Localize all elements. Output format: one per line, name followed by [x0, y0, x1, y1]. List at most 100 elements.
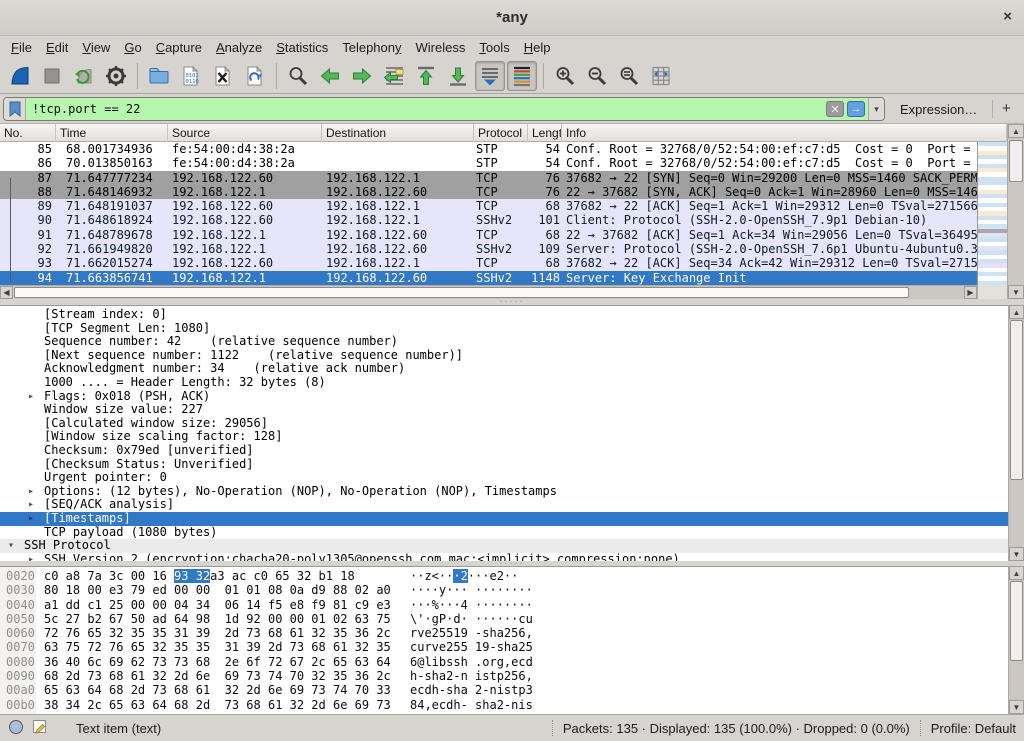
- hex-row[interactable]: 007063 75 72 76 65 32 35 35 31 39 2d 73 …: [0, 640, 1008, 654]
- detail-line[interactable]: Acknowledgment number: 34 (relative ack …: [0, 362, 1008, 376]
- menu-edit[interactable]: Edit: [39, 38, 75, 57]
- hex-bytes[interactable]: 72 76 65 32 35 35 31 39 2d 73 68 61 32 3…: [44, 626, 391, 640]
- packet-row-91[interactable]: 9171.648789678192.168.122.1192.168.122.6…: [0, 228, 977, 242]
- detail-line[interactable]: Urgent pointer: 0: [0, 471, 1008, 485]
- scrollbar-thumb[interactable]: [1010, 581, 1023, 661]
- scrollbar-thumb[interactable]: [1010, 320, 1023, 480]
- resize-columns-button[interactable]: [646, 61, 676, 91]
- scroll-up-icon[interactable]: ▲: [1008, 124, 1024, 138]
- go-back-button[interactable]: [315, 61, 345, 91]
- go-last-button[interactable]: [443, 61, 473, 91]
- save-file-button[interactable]: 01010110: [176, 61, 206, 91]
- hex-bytes[interactable]: 36 40 6c 69 62 73 73 68 2e 6f 72 67 2c 6…: [44, 655, 391, 669]
- capture-options-gear-button[interactable]: [101, 61, 131, 91]
- menu-go[interactable]: Go: [117, 38, 148, 57]
- detail-line[interactable]: 1000 .... = Header Length: 32 bytes (8): [0, 376, 1008, 390]
- hex-row[interactable]: 003080 18 00 e3 79 ed 00 00 01 01 08 0a …: [0, 583, 1008, 597]
- filter-bookmark-icon[interactable]: [4, 98, 26, 120]
- stop-capture-button[interactable]: [37, 61, 67, 91]
- hex-row[interactable]: 008036 40 6c 69 62 73 73 68 2e 6f 72 67 …: [0, 655, 1008, 669]
- menu-help[interactable]: Help: [517, 38, 558, 57]
- hex-row[interactable]: 0020c0 a8 7a 3c 00 16 93 32 85 a3 ac c0 …: [0, 569, 1008, 583]
- restart-capture-button[interactable]: [69, 61, 99, 91]
- hex-bytes[interactable]: 68 2d 73 68 61 32 2d 6e 69 73 74 70 32 3…: [44, 669, 391, 683]
- expander-closed-icon[interactable]: ▸: [28, 390, 34, 404]
- detail-line[interactable]: [Checksum Status: Unverified]: [0, 458, 1008, 472]
- menu-capture[interactable]: Capture: [149, 38, 209, 57]
- detail-line[interactable]: [Window size scaling factor: 128]: [0, 430, 1008, 444]
- hex-ascii[interactable]: curve255 19-sha25: [410, 640, 533, 654]
- detail-line[interactable]: TCP payload (1080 bytes): [0, 526, 1008, 540]
- packet-row-87[interactable]: 8771.647777234192.168.122.60192.168.122.…: [0, 171, 977, 185]
- packet-row-85[interactable]: 8568.001734936fe:54:00:d4:38:2aSTP54Conf…: [0, 142, 977, 156]
- hex-row[interactable]: 009068 2d 73 68 61 32 2d 6e 69 73 74 70 …: [0, 669, 1008, 683]
- packet-row-90[interactable]: 9071.648618924192.168.122.60192.168.122.…: [0, 213, 977, 227]
- expander-closed-icon[interactable]: ▸: [28, 498, 34, 512]
- expander-closed-icon[interactable]: ▸: [28, 512, 34, 526]
- open-file-button[interactable]: [144, 61, 174, 91]
- column-header-info[interactable]: Info: [562, 124, 1007, 142]
- column-header-source[interactable]: Source: [168, 124, 322, 142]
- scroll-up-icon[interactable]: ▲: [1009, 305, 1024, 319]
- detail-line[interactable]: Window size value: 227: [0, 403, 1008, 417]
- packet-row-93[interactable]: 9371.662015274192.168.122.60192.168.122.…: [0, 256, 977, 270]
- hex-ascii[interactable]: ecdh-sha 2-nistp3: [410, 683, 533, 697]
- detail-line[interactable]: [Stream index: 0]: [0, 308, 1008, 322]
- find-packet-button[interactable]: [283, 61, 313, 91]
- packet-row-88[interactable]: 8871.648146932192.168.122.1192.168.122.6…: [0, 185, 977, 199]
- auto-scroll-button[interactable]: [475, 61, 505, 91]
- hex-row[interactable]: 00b038 34 2c 65 63 64 68 2d 73 68 61 32 …: [0, 698, 1008, 712]
- hex-ascii[interactable]: 6@libssh .org,ecd: [410, 655, 533, 669]
- zoom-in-button[interactable]: [550, 61, 580, 91]
- detail-line[interactable]: Checksum: 0x79ed [unverified]: [0, 444, 1008, 458]
- detail-line[interactable]: Sequence number: 42 (relative sequence n…: [0, 335, 1008, 349]
- packet-row-92[interactable]: 9271.661949820192.168.122.1192.168.122.6…: [0, 242, 977, 256]
- detail-line[interactable]: ▾SSH Protocol: [0, 539, 1008, 553]
- profile-status[interactable]: Profile: Default: [931, 721, 1016, 736]
- menu-analyze[interactable]: Analyze: [209, 38, 269, 57]
- hex-ascii[interactable]: \'·gP·d· ······cu: [410, 612, 533, 626]
- zoom-reset-button[interactable]: [614, 61, 644, 91]
- capture-comment-icon[interactable]: [32, 719, 48, 738]
- expander-closed-icon[interactable]: ▸: [28, 485, 34, 499]
- scrollbar-thumb[interactable]: [1009, 140, 1023, 182]
- menu-view[interactable]: View: [75, 38, 117, 57]
- reload-file-button[interactable]: [240, 61, 270, 91]
- packet-list-header[interactable]: No.TimeSourceDestinationProtocolLengthIn…: [0, 124, 1007, 142]
- scroll-right-icon[interactable]: ▶: [964, 286, 977, 299]
- hex-row[interactable]: 00a065 63 64 68 2d 73 68 61 32 2d 6e 69 …: [0, 683, 1008, 697]
- packet-row-86[interactable]: 8670.013850163fe:54:00:d4:38:2aSTP54Conf…: [0, 156, 977, 170]
- menu-statistics[interactable]: Statistics: [269, 38, 335, 57]
- column-header-no[interactable]: No.: [0, 124, 56, 142]
- zoom-out-button[interactable]: [582, 61, 612, 91]
- packet-row-94[interactable]: 9471.663856741192.168.122.1192.168.122.6…: [0, 271, 977, 285]
- column-header-time[interactable]: Time: [56, 124, 168, 142]
- go-forward-button[interactable]: [347, 61, 377, 91]
- hex-ascii[interactable]: ···%···4 ········: [410, 598, 533, 612]
- scroll-up-icon[interactable]: ▲: [1009, 566, 1024, 580]
- column-header-destination[interactable]: Destination: [322, 124, 474, 142]
- detail-line[interactable]: ▸Options: (12 bytes), No-Operation (NOP)…: [0, 485, 1008, 499]
- filter-history-caret-icon[interactable]: ▾: [868, 98, 884, 120]
- close-file-button[interactable]: [208, 61, 238, 91]
- intelligent-scrollbar-minimap[interactable]: [977, 142, 1007, 285]
- packet-list-hscrollbar[interactable]: ◀ ▶: [0, 285, 977, 299]
- detail-line[interactable]: [Calculated window size: 29056]: [0, 417, 1008, 431]
- hex-bytes[interactable]: 65 63 64 68 2d 73 68 61 32 2d 6e 69 73 7…: [44, 683, 391, 697]
- start-capture-button[interactable]: [5, 61, 35, 91]
- menu-telephony[interactable]: Telephony: [335, 38, 408, 57]
- packet-row-89[interactable]: 8971.648191037192.168.122.60192.168.122.…: [0, 199, 977, 213]
- hex-ascii[interactable]: 84,ecdh- sha2-nis: [410, 698, 533, 712]
- detail-line[interactable]: ▸[Timestamps]: [0, 512, 1008, 526]
- detail-line[interactable]: ▸[SEQ/ACK analysis]: [0, 498, 1008, 512]
- expert-info-icon[interactable]: [8, 719, 24, 738]
- filter-clear-icon[interactable]: ✕: [826, 101, 844, 117]
- detail-line[interactable]: [TCP Segment Len: 1080]: [0, 322, 1008, 336]
- add-filter-button[interactable]: +: [1002, 100, 1011, 117]
- detail-line[interactable]: [Next sequence number: 1122 (relative se…: [0, 349, 1008, 363]
- hex-bytes[interactable]: 5c 27 b2 67 50 ad 64 98 1d 92 00 00 01 0…: [44, 612, 391, 626]
- hex-ascii[interactable]: rve25519 -sha256,: [410, 626, 533, 640]
- hex-ascii[interactable]: h-sha2-n istp256,: [410, 669, 533, 683]
- scroll-down-icon[interactable]: ▼: [1009, 547, 1024, 561]
- expander-open-icon[interactable]: ▾: [8, 539, 14, 553]
